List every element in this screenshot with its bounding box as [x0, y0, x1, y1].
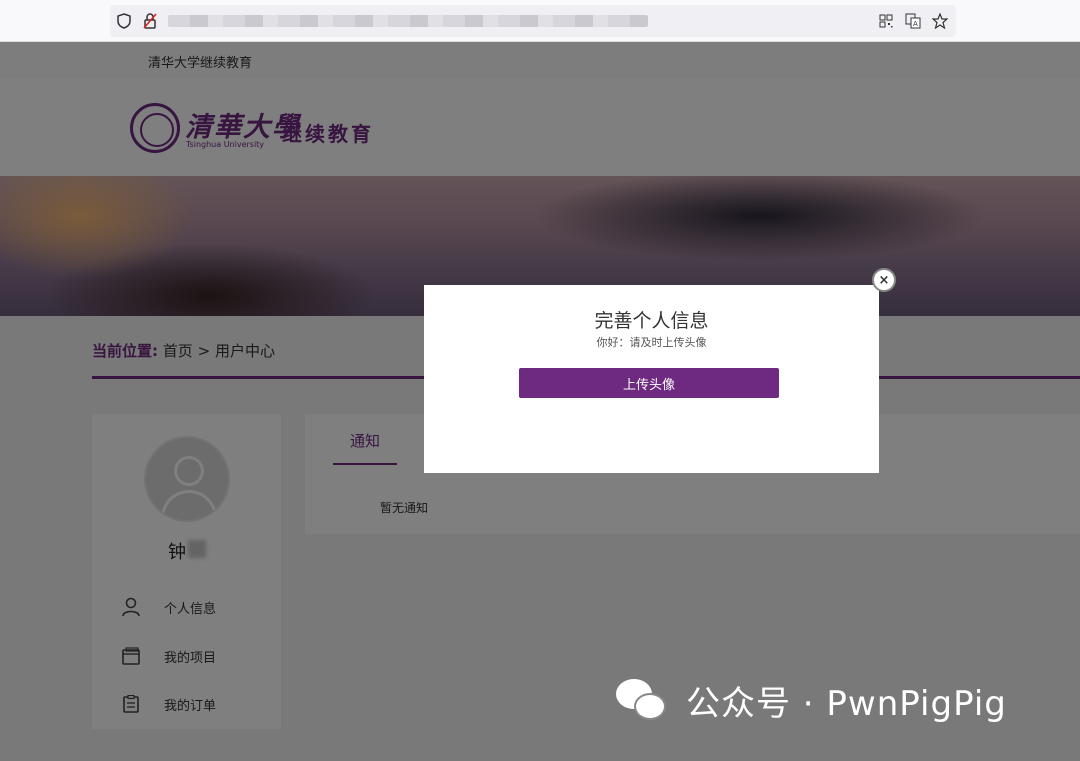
- dialog-title: 完善个人信息: [594, 310, 709, 332]
- upload-avatar-button[interactable]: 上传头像: [519, 368, 779, 398]
- close-icon[interactable]: ×: [872, 268, 896, 292]
- complete-profile-dialog: 完善个人信息 你好：请及时上传头像 上传头像: [424, 285, 879, 473]
- wechat-icon: [616, 678, 668, 723]
- qr-code-icon[interactable]: [878, 13, 894, 29]
- svg-text:A: A: [913, 20, 918, 28]
- browser-toolbar: A: [0, 0, 1080, 42]
- url-text-blurred: [168, 15, 648, 27]
- dialog-subtitle: 你好：请及时上传头像: [596, 336, 707, 349]
- star-icon[interactable]: [932, 13, 948, 29]
- insecure-lock-icon[interactable]: [142, 13, 158, 29]
- address-bar[interactable]: A: [110, 5, 956, 37]
- watermark-text: 公众号 · PwnPigPig: [686, 684, 1007, 724]
- shield-icon[interactable]: [116, 13, 132, 29]
- watermark: 公众号 · PwnPigPig: [616, 676, 1007, 725]
- translate-icon[interactable]: A: [905, 13, 921, 29]
